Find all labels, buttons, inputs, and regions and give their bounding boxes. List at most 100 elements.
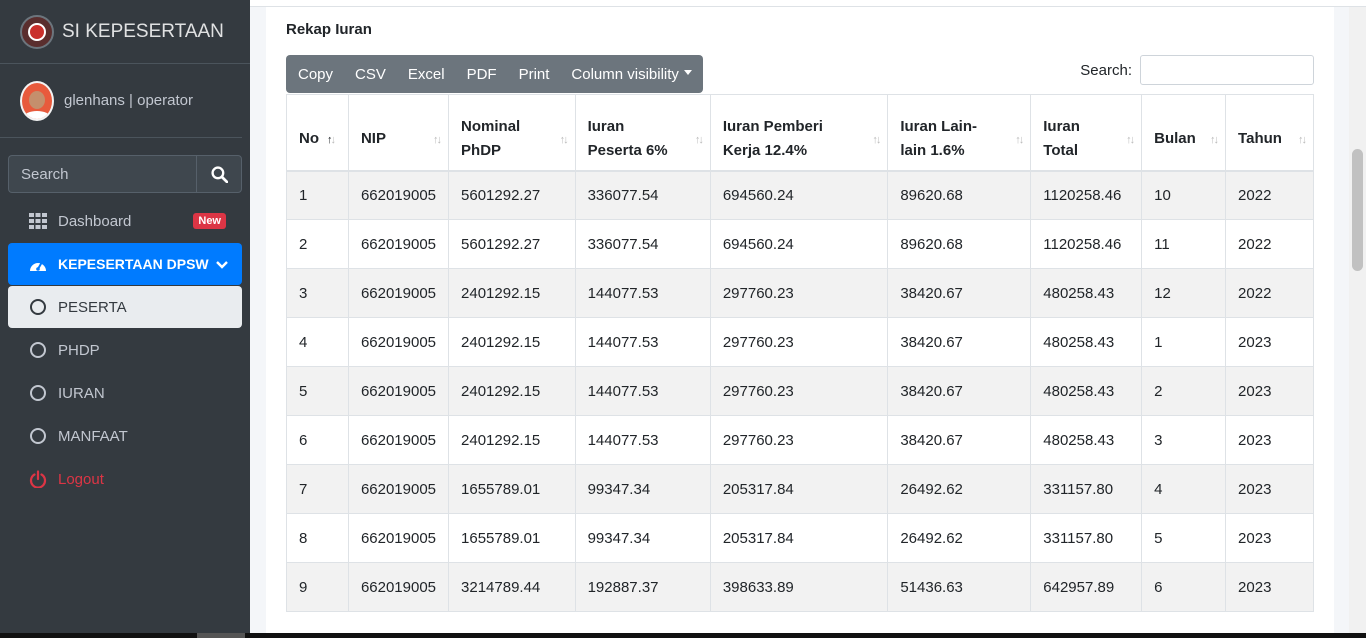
excel-button[interactable]: Excel [397, 55, 456, 93]
card-title: Rekap Iuran [286, 21, 372, 38]
sidebar-item-iuran[interactable]: IURAN [8, 372, 242, 414]
page-scrollbar[interactable] [1349, 7, 1366, 638]
table-cell: 480258.43 [1030, 317, 1143, 367]
table-cell: 11 [1141, 219, 1227, 269]
table-cell: 38420.67 [887, 317, 1032, 367]
sidebar-item-label: MANFAAT [58, 427, 128, 445]
new-badge: New [193, 213, 226, 229]
table-cell: 5 [1141, 513, 1227, 563]
sort-arrows-icon: ↑↓ [559, 133, 569, 146]
table-row: 5 662019005 2401292.15 144077.53 297760.23 38… [286, 366, 1314, 416]
table-cell: 336077.54 [574, 170, 711, 220]
table-cell: 662019005 [347, 513, 450, 563]
column-header-label: Iuran [587, 118, 625, 136]
table-cell: 2023 [1225, 513, 1314, 563]
sort-arrows-icon: ↑↓ [326, 133, 336, 146]
user-name[interactable]: glenhans | operator [64, 92, 193, 109]
column-header-label: Peserta 6% [587, 142, 668, 160]
table-cell: 89620.68 [887, 219, 1032, 269]
table-search-input[interactable] [1140, 55, 1314, 85]
column-header-label: Bulan [1154, 130, 1196, 148]
sidebar-item-phdp[interactable]: PHDP [8, 329, 242, 371]
column-header[interactable]: Bulan ↑↓ [1141, 94, 1227, 172]
column-header[interactable]: Iuran Peserta 6% ↑↓ [574, 94, 711, 172]
table-cell: 2401292.15 [448, 268, 576, 318]
sidebar-item-label: Dashboard [58, 212, 132, 230]
sidebar-item-label: Logout [58, 470, 104, 488]
table-cell: 89620.68 [887, 170, 1032, 220]
sidebar-item-label: PHDP [58, 341, 100, 359]
copy-button[interactable]: Copy [286, 55, 344, 93]
sidebar-item-peserta[interactable]: PESERTA [8, 286, 242, 328]
sort-arrows-icon: ↑↓ [1015, 133, 1024, 146]
user-panel: glenhans | operator [0, 64, 242, 138]
table-cell: 2401292.15 [448, 366, 576, 416]
gauge-icon [28, 255, 48, 273]
sort-arrows-icon: ↑↓ [872, 133, 881, 146]
circle-icon [28, 428, 48, 444]
column-visibility-label: Column visibility [571, 65, 679, 83]
sidebar-search-input[interactable]: Search [8, 155, 196, 193]
table-cell: 5601292.27 [448, 219, 576, 269]
table-cell: 662019005 [347, 268, 450, 318]
table-cell: 694560.24 [709, 170, 889, 220]
main-content: Rekap Iuran Copy CSV Excel PDF Print Col… [250, 0, 1366, 638]
table-cell: 1 [1141, 317, 1227, 367]
column-header-label: Tahun [1238, 130, 1282, 148]
sidebar-item-kepesertaan-dpsw[interactable]: KEPESERTAAN DPSW [8, 243, 242, 285]
table-cell: 9 [286, 562, 349, 612]
pdf-button[interactable]: PDF [456, 55, 508, 93]
table-cell: 297760.23 [709, 268, 889, 318]
table-cell: 662019005 [347, 366, 450, 416]
sort-arrows-icon: ↑↓ [694, 133, 704, 146]
caret-down-icon [683, 69, 692, 75]
table-cell: 3 [286, 268, 349, 318]
table-body: 1 662019005 5601292.27 336077.54 694560.24 89… [286, 170, 1314, 612]
column-header-label: Iuran Lain- [900, 118, 977, 136]
table-cell: 99347.34 [574, 464, 711, 514]
search-icon [210, 165, 228, 183]
sort-arrows-icon: ↑↓ [433, 133, 442, 146]
table-row: 1 662019005 5601292.27 336077.54 694560.24 89… [286, 170, 1314, 220]
table-cell: 192887.37 [574, 562, 711, 612]
column-header[interactable]: Iuran Lain-lain 1.6% ↑↓ [887, 94, 1032, 172]
column-header[interactable]: Iuran Total ↑↓ [1030, 94, 1143, 172]
column-header[interactable]: Iuran Pemberi Kerja 12.4% ↑↓ [709, 94, 889, 172]
table-cell: 1655789.01 [448, 464, 576, 514]
table-cell: 694560.24 [709, 219, 889, 269]
sidebar-item-label: IURAN [58, 384, 105, 402]
column-visibility-button[interactable]: Column visibility [560, 55, 703, 93]
column-header-label: Iuran [1043, 118, 1080, 136]
table-cell: 51436.63 [887, 562, 1032, 612]
scrollbar-thumb[interactable] [1352, 149, 1363, 271]
table-cell: 26492.62 [887, 513, 1032, 563]
brand-link[interactable]: SI KEPESERTAAN [0, 0, 250, 64]
table-cell: 38420.67 [887, 415, 1032, 465]
table-row: 4 662019005 2401292.15 144077.53 297760.23 38… [286, 317, 1314, 367]
sidebar-item-label: PESERTA [58, 298, 127, 316]
sidebar-item-logout[interactable]: Logout [8, 458, 242, 500]
table-cell: 1 [286, 170, 349, 220]
circle-icon [28, 385, 48, 401]
table-cell: 1120258.46 [1030, 219, 1143, 269]
table-cell: 8 [286, 513, 349, 563]
table-cell: 26492.62 [887, 464, 1032, 514]
bottom-edge [0, 633, 1366, 638]
sidebar-item-manfaat[interactable]: MANFAAT [8, 415, 242, 457]
sidebar-item-dashboard[interactable]: Dashboard New [8, 200, 242, 242]
csv-button[interactable]: CSV [344, 55, 397, 93]
table-cell: 297760.23 [709, 317, 889, 367]
column-header[interactable]: No ↑↓ [286, 94, 349, 172]
table-cell: 398633.89 [709, 562, 889, 612]
sidebar-search-button[interactable] [196, 155, 242, 193]
table-cell: 205317.84 [709, 464, 889, 514]
table-row: 8 662019005 1655789.01 99347.34 205317.84 264… [286, 513, 1314, 563]
column-header[interactable]: Nominal PhDP ↑↓ [448, 94, 576, 172]
table-cell: 331157.80 [1030, 464, 1143, 514]
table-cell: 2 [286, 219, 349, 269]
print-button[interactable]: Print [508, 55, 561, 93]
column-header[interactable]: Tahun ↑↓ [1225, 94, 1314, 172]
column-header[interactable]: NIP ↑↓ [347, 94, 450, 172]
table-cell: 1655789.01 [448, 513, 576, 563]
table-cell: 480258.43 [1030, 268, 1143, 318]
